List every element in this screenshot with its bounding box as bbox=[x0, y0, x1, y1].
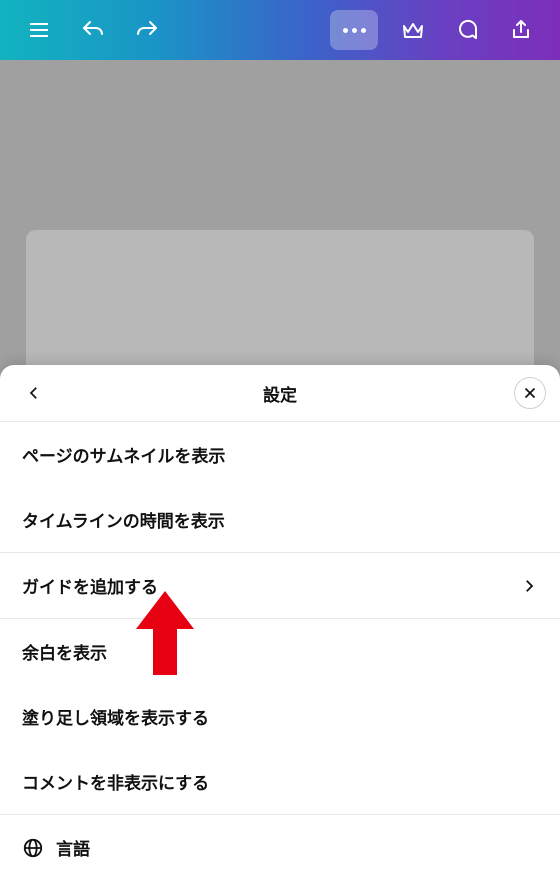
speech-bubble-icon bbox=[455, 18, 479, 42]
setting-label: コメントを非表示にする bbox=[22, 769, 209, 794]
top-toolbar bbox=[0, 0, 560, 60]
toolbar-right bbox=[330, 8, 548, 52]
setting-add-guides[interactable]: ガイドを追加する bbox=[0, 553, 560, 618]
setting-show-page-thumbnails[interactable]: ページのサムネイルを表示 bbox=[0, 422, 560, 487]
hamburger-icon bbox=[27, 18, 51, 42]
close-button[interactable] bbox=[514, 377, 546, 409]
settings-group: 余白を表示 塗り足し領域を表示する コメントを非表示にする bbox=[0, 618, 560, 814]
setting-label: 余白を表示 bbox=[22, 639, 107, 664]
sheet-title: 設定 bbox=[263, 381, 297, 406]
menu-button[interactable] bbox=[12, 8, 66, 52]
redo-icon bbox=[135, 18, 159, 42]
premium-button[interactable] bbox=[386, 8, 440, 52]
more-options-button[interactable] bbox=[330, 10, 378, 50]
setting-label: ページのサムネイルを表示 bbox=[22, 442, 225, 467]
crown-icon bbox=[401, 18, 425, 42]
setting-label: 塗り足し領域を表示する bbox=[22, 704, 209, 729]
comment-button[interactable] bbox=[440, 8, 494, 52]
setting-label: 言語 bbox=[56, 835, 90, 860]
setting-show-margins[interactable]: 余白を表示 bbox=[0, 619, 560, 684]
share-icon bbox=[509, 18, 533, 42]
more-icon bbox=[343, 28, 366, 33]
chevron-right-icon bbox=[520, 577, 538, 595]
settings-group: 言語 bbox=[0, 814, 560, 873]
back-button[interactable] bbox=[12, 365, 56, 421]
setting-hide-comments[interactable]: コメントを非表示にする bbox=[0, 749, 560, 814]
setting-label: タイムラインの時間を表示 bbox=[22, 507, 225, 532]
settings-group: ガイドを追加する bbox=[0, 552, 560, 618]
setting-show-bleed[interactable]: 塗り足し領域を表示する bbox=[0, 684, 560, 749]
app-screen: 設定 ページのサムネイルを表示 タイムラインの時間を表示 ガイドを追加する 余 bbox=[0, 0, 560, 873]
setting-show-timeline-time[interactable]: タイムラインの時間を表示 bbox=[0, 487, 560, 552]
close-icon bbox=[521, 384, 539, 402]
globe-icon bbox=[22, 837, 44, 859]
setting-label: ガイドを追加する bbox=[22, 573, 158, 598]
redo-button[interactable] bbox=[120, 8, 174, 52]
chevron-left-icon bbox=[25, 384, 43, 402]
setting-language[interactable]: 言語 bbox=[0, 815, 560, 873]
undo-button[interactable] bbox=[66, 8, 120, 52]
sheet-header: 設定 bbox=[0, 365, 560, 421]
settings-sheet: 設定 ページのサムネイルを表示 タイムラインの時間を表示 ガイドを追加する 余 bbox=[0, 365, 560, 873]
undo-icon bbox=[81, 18, 105, 42]
toolbar-left bbox=[12, 8, 174, 52]
settings-group: ページのサムネイルを表示 タイムラインの時間を表示 bbox=[0, 421, 560, 552]
share-button[interactable] bbox=[494, 8, 548, 52]
